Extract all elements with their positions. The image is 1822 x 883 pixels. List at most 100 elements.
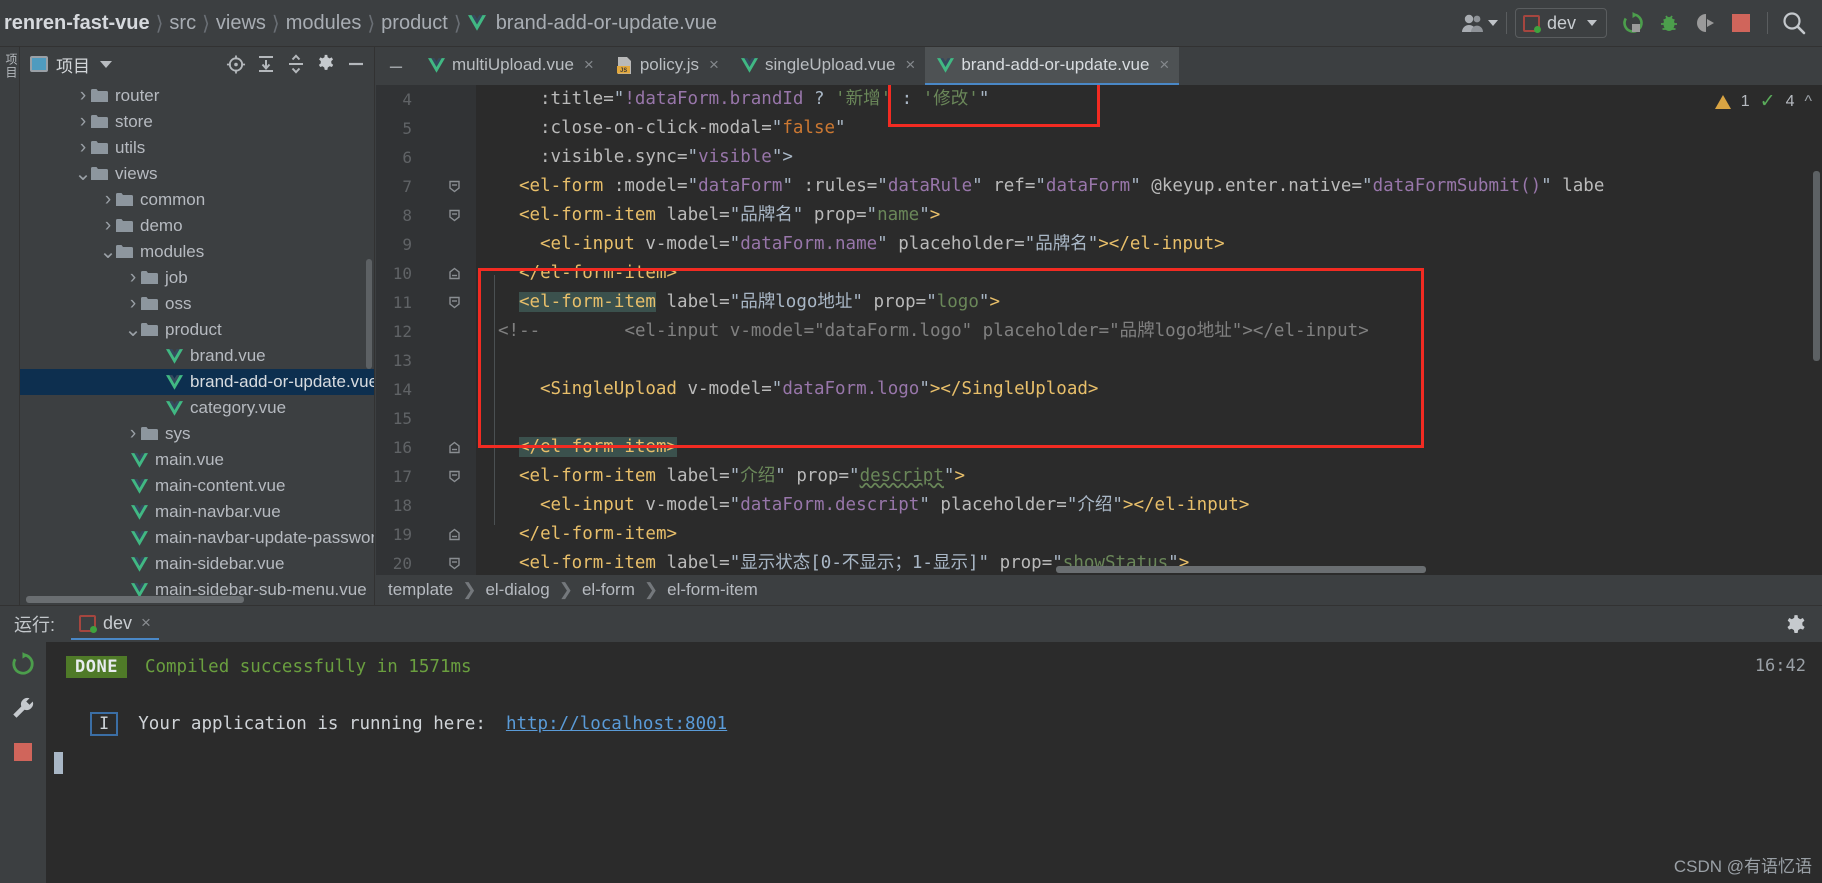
close-icon[interactable]: × <box>141 613 151 633</box>
code-line-9[interactable]: <el-input v-model="dataForm.name" placeh… <box>540 230 1225 259</box>
tree-item-views[interactable]: ⌄ views <box>20 161 374 187</box>
chevron-right-icon[interactable]: › <box>75 137 91 158</box>
debug-icon[interactable] <box>1651 7 1687 39</box>
code-editor[interactable]: 4 5 6 7 8 9 10 11 12 13 14 15 16 17 18 19 20 :title="!da… <box>376 85 1822 575</box>
chevron-up-icon[interactable]: ^ <box>1804 93 1812 111</box>
editor-breadcrumb-item[interactable]: el-form <box>578 580 639 600</box>
code-line-18[interactable]: <el-input v-model="dataForm.descript" pl… <box>540 491 1249 520</box>
tree-item-brand-add-or-update-vue[interactable]: ›brand-add-or-update.vue <box>20 369 374 395</box>
code-line-17[interactable]: <el-form-item label="介绍" prop="descript"… <box>519 462 965 491</box>
source-code[interactable]: :title="!dataForm.brandId ? '新增' : '修改'"… <box>376 85 1822 575</box>
inspection-status[interactable]: 1 ✓ 4 ^ <box>1714 90 1812 113</box>
tree-item-job[interactable]: › job <box>20 265 374 291</box>
tree-item-router[interactable]: › router <box>20 83 374 109</box>
chevron-down-icon[interactable]: ⌄ <box>100 242 117 262</box>
editor-area: – multiUpload.vue × JS policy.js × singleUplo… <box>376 47 1822 605</box>
chevron-right-icon[interactable]: › <box>125 293 141 314</box>
close-icon[interactable]: × <box>709 55 719 75</box>
code-line-5[interactable]: :close-on-click-modal="false" <box>540 114 846 143</box>
info-badge: I <box>90 712 119 736</box>
tree-item-main-navbar-update-password-[interactable]: ›main-navbar-update-password. <box>20 525 374 551</box>
tree-item-oss[interactable]: › oss <box>20 291 374 317</box>
wrench-icon[interactable] <box>0 686 46 730</box>
project-tree-vertical-scrollbar[interactable] <box>366 259 372 369</box>
breadcrumb-separator-icon: ⟩ <box>453 12 462 35</box>
localhost-url-link[interactable]: http://localhost:8001 <box>506 714 727 734</box>
chevron-right-icon[interactable]: › <box>75 85 91 106</box>
chevron-right-icon[interactable]: › <box>125 423 141 444</box>
close-icon[interactable]: × <box>1159 55 1169 75</box>
rerun-icon[interactable] <box>0 642 46 686</box>
code-line-4[interactable]: :title="!dataForm.brandId ? '新增' : '修改'" <box>540 85 989 114</box>
chevron-down-icon[interactable] <box>100 60 112 68</box>
editor-tab-singleupload-vue[interactable]: singleUpload.vue × <box>729 47 925 85</box>
editor-breadcrumb-item[interactable]: template <box>384 580 457 600</box>
tree-item-main-vue[interactable]: ›main.vue <box>20 447 374 473</box>
breadcrumb-item-project[interactable]: renren-fast-vue <box>0 12 154 35</box>
tree-item-modules[interactable]: ⌄ modules <box>20 239 374 265</box>
breadcrumb-item-views[interactable]: views <box>212 12 270 35</box>
project-tree-horizontal-scrollbar[interactable] <box>26 596 244 603</box>
tree-item-common[interactable]: › common <box>20 187 374 213</box>
chevron-right-icon[interactable]: › <box>75 111 91 132</box>
editor-horizontal-scrollbar[interactable] <box>1056 566 1426 573</box>
code-line-7[interactable]: <el-form :model="dataForm" :rules="dataR… <box>519 172 1604 201</box>
run-tab-dev[interactable]: dev × <box>71 609 159 640</box>
editor-tab-policy-js[interactable]: JS policy.js × <box>604 47 729 85</box>
locate-icon[interactable] <box>226 54 246 74</box>
editor-breadcrumb-item[interactable]: el-dialog <box>481 580 553 600</box>
code-line-8[interactable]: <el-form-item label="品牌名" prop="name"> <box>519 201 940 230</box>
tree-item-utils[interactable]: › utils <box>20 135 374 161</box>
chevron-right-icon[interactable]: › <box>100 189 116 210</box>
editor-vertical-scrollbar[interactable] <box>1813 171 1820 361</box>
rerun-icon[interactable] <box>1615 7 1651 39</box>
code-line-14[interactable]: <SingleUpload v-model="dataForm.logo"></… <box>540 375 1098 404</box>
collapse-all-icon[interactable] <box>286 54 306 74</box>
user-dropdown-caret-icon[interactable] <box>1487 20 1498 26</box>
search-icon[interactable] <box>1776 7 1812 39</box>
breadcrumb-item-product[interactable]: product <box>377 12 452 35</box>
user-group-icon[interactable] <box>1456 7 1492 39</box>
breadcrumb-item-file[interactable]: brand-add-or-update.vue <box>492 12 721 35</box>
code-line-12[interactable]: <!-- <el-input v-model="dataForm.logo" p… <box>498 317 1369 346</box>
chevron-down-icon[interactable]: ⌄ <box>125 320 142 340</box>
console-output[interactable]: DONE Compiled successfully in 1571ms 16:… <box>46 642 1822 883</box>
tree-item-brand-vue[interactable]: ›brand.vue <box>20 343 374 369</box>
stop-icon[interactable] <box>1723 7 1759 39</box>
editor-tab-brand-add-or-update-vue[interactable]: brand-add-or-update.vue × <box>925 47 1180 85</box>
chevron-right-icon[interactable]: › <box>125 267 141 288</box>
tree-item-main-navbar-vue[interactable]: ›main-navbar.vue <box>20 499 374 525</box>
expand-all-icon[interactable] <box>256 54 276 74</box>
settings-icon[interactable] <box>1784 614 1808 643</box>
stop-icon[interactable] <box>0 730 46 774</box>
project-file-tree[interactable]: › router › store › utils ⌄ views › common › demo ⌄ mo… <box>20 81 374 605</box>
close-icon[interactable]: × <box>905 55 915 75</box>
folder-icon <box>91 89 108 103</box>
code-line-16[interactable]: </el-form-item> <box>519 433 678 462</box>
hide-tabs-icon[interactable]: – <box>376 47 416 85</box>
tree-item-category-vue[interactable]: ›category.vue <box>20 395 374 421</box>
run-configuration-selector[interactable]: dev <box>1514 8 1607 38</box>
tree-item-demo[interactable]: › demo <box>20 213 374 239</box>
editor-tab-multiupload-vue[interactable]: multiUpload.vue × <box>416 47 604 85</box>
code-line-11[interactable]: <el-form-item label="品牌logo地址" prop="log… <box>519 288 1000 317</box>
chevron-down-icon[interactable]: ⌄ <box>75 164 92 184</box>
breadcrumb-item-modules[interactable]: modules <box>282 12 366 35</box>
code-line-19[interactable]: </el-form-item> <box>519 520 677 549</box>
chevron-right-icon[interactable]: › <box>100 215 116 236</box>
tree-item-main-sidebar-vue[interactable]: ›main-sidebar.vue <box>20 551 374 577</box>
attach-profiler-icon[interactable] <box>1687 7 1723 39</box>
hide-panel-icon[interactable] <box>346 54 366 74</box>
breadcrumb-item-src[interactable]: src <box>165 12 200 35</box>
tree-item-store[interactable]: › store <box>20 109 374 135</box>
tree-item-sys[interactable]: › sys <box>20 421 374 447</box>
tree-item-main-content-vue[interactable]: ›main-content.vue <box>20 473 374 499</box>
tree-item-product[interactable]: ⌄ product <box>20 317 374 343</box>
editor-breadcrumb-item[interactable]: el-form-item <box>663 580 762 600</box>
code-line-10[interactable]: </el-form-item> <box>519 259 677 288</box>
code-line-6[interactable]: :visible.sync="visible"> <box>540 143 793 172</box>
left-strip-project-label[interactable]: 项目 <box>3 47 20 79</box>
close-icon[interactable]: × <box>584 55 594 75</box>
vue-icon <box>937 57 955 73</box>
settings-icon[interactable] <box>316 54 336 74</box>
